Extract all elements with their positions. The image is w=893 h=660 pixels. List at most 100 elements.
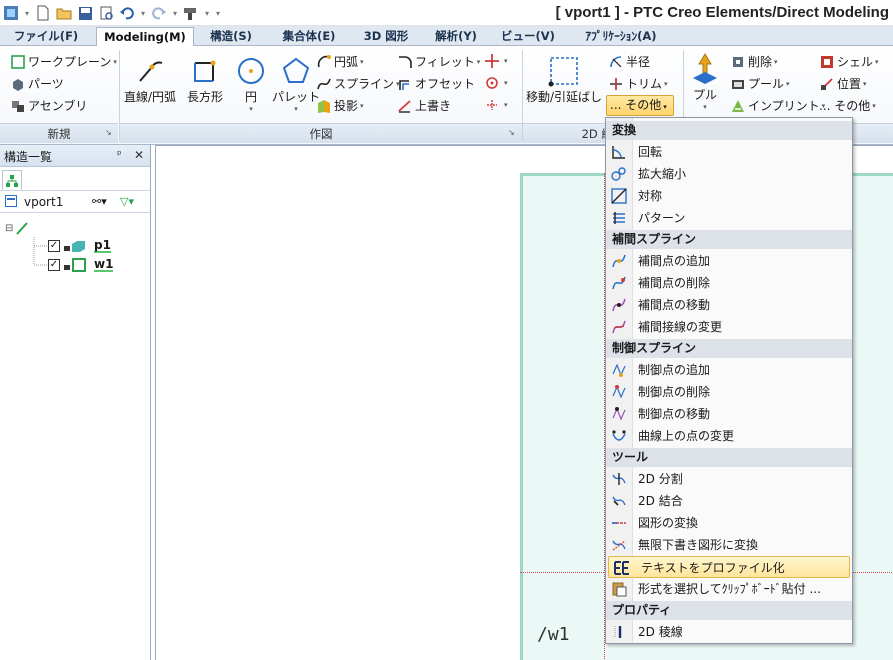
menu-item-2d-join[interactable]: 2D 結合	[606, 490, 852, 512]
menu-item-scale[interactable]: 拡大縮小	[606, 163, 852, 185]
tab-analysis[interactable]: 解析(Y)	[422, 27, 490, 46]
chevron-down-icon: ▾	[774, 57, 778, 66]
tools-dropdown-icon[interactable]: ▾	[203, 9, 211, 18]
delete-icon	[730, 54, 745, 69]
position-icon	[819, 76, 834, 91]
projection-button[interactable]: 投影 ▾	[316, 97, 364, 114]
tree-view-tab[interactable]	[2, 170, 22, 190]
scale-icon	[611, 166, 627, 182]
imprint-button[interactable]: インプリント ▾	[730, 97, 825, 114]
chevron-down-icon: ▾	[360, 57, 364, 66]
tree-item-w1[interactable]: ✓ w1	[48, 256, 114, 274]
solid-more-button[interactable]: ... その他 ▾	[819, 97, 876, 114]
menu-item-add-interpolation-point[interactable]: 補間点の追加	[606, 250, 852, 272]
menu-item-move-control-point[interactable]: 制御点の移動	[606, 403, 852, 425]
menu-section-control-spline: 制御スプライン	[606, 339, 852, 358]
construction-button[interactable]: ▾	[484, 97, 508, 112]
offset-button[interactable]: オフセット	[397, 75, 475, 92]
menu-item-text-to-profile[interactable]: テキストをプロファイル化	[608, 556, 850, 578]
pull-button[interactable]: プル ▾	[688, 52, 722, 111]
arc-button[interactable]: 円弧 ▾	[316, 53, 364, 70]
menu-item-2d-split[interactable]: 2D 分割	[606, 468, 852, 490]
customize-qat-icon[interactable]: ▾	[214, 9, 222, 18]
chevron-down-icon: ▾	[504, 100, 508, 109]
draw-group-launcher-icon[interactable]: ↘	[508, 128, 515, 137]
split-icon	[611, 471, 627, 487]
chevron-down-icon: ▾	[875, 57, 879, 66]
pallet-button[interactable]: パレット ▾	[272, 54, 320, 113]
viewport-selector[interactable]: vport1 ⚯▾ ▽▾	[0, 191, 150, 213]
tab-3d-shape[interactable]: 3D 図形	[352, 27, 420, 46]
convert-shape-icon	[611, 515, 627, 531]
app-menu-icon[interactable]	[2, 4, 20, 22]
tab-view[interactable]: ビュー(V)	[492, 27, 564, 46]
spline-delete-point-icon	[611, 275, 627, 291]
draw-group-label: 作図	[120, 123, 522, 143]
delete-button[interactable]: 削除 ▾	[730, 53, 778, 70]
point-button[interactable]: ▾	[484, 53, 508, 68]
move-extend-button[interactable]: 移動/引延ばし	[526, 54, 602, 105]
redo-dropdown-icon[interactable]: ▾	[171, 9, 179, 18]
menu-item-2d-edge[interactable]: 2D 稜線	[606, 621, 852, 643]
tab-modeling[interactable]: Modeling(M)	[96, 27, 194, 47]
overwrite-button[interactable]: 上書き	[397, 97, 451, 114]
print-preview-icon[interactable]	[97, 4, 115, 22]
center-point-button[interactable]: ▾	[484, 75, 508, 90]
edit2d-more-button[interactable]: ... その他 ▾	[606, 95, 674, 116]
menu-item-change-interpolation-tangent[interactable]: 補間接線の変更	[606, 316, 852, 338]
assembly-button[interactable]: アセンブリ	[10, 97, 87, 114]
line-arc-button[interactable]: 直線/円弧	[124, 54, 176, 105]
pool-button[interactable]: プール ▾	[730, 75, 790, 92]
rectangle-button[interactable]: 長方形	[187, 54, 223, 105]
pin-icon[interactable]: ᵖ	[117, 148, 122, 161]
trim-button[interactable]: トリム ▾	[608, 75, 668, 92]
menu-item-pattern[interactable]: パターン	[606, 207, 852, 229]
menu-item-convert-to-infinite-construction[interactable]: 無限下書き図形に変換	[606, 534, 852, 556]
chevron-down-icon: ▾	[664, 79, 668, 88]
radius-button[interactable]: 半径	[608, 53, 650, 70]
tab-file[interactable]: ファイル(F)	[3, 27, 89, 46]
new-file-icon[interactable]	[34, 4, 52, 22]
root-workplane-icon	[16, 222, 29, 235]
menu-item-rotate[interactable]: 回転	[606, 141, 852, 163]
join-icon	[611, 493, 627, 509]
shell-button[interactable]: シェル ▾	[819, 53, 879, 70]
circle-button[interactable]: 円 ▾	[234, 54, 268, 113]
fillet-button[interactable]: フィレット ▾	[397, 53, 480, 70]
binoculars-icon[interactable]: ⚯▾	[92, 195, 107, 208]
tree-root[interactable]: ⊟	[5, 219, 31, 237]
text-profile-icon	[614, 560, 630, 576]
menu-item-change-point-on-curve[interactable]: 曲線上の点の変更	[606, 425, 852, 447]
save-icon[interactable]	[76, 4, 94, 22]
menu-item-convert-shape[interactable]: 図形の変換	[606, 512, 852, 534]
spline-add-point-icon	[611, 253, 627, 269]
move-extend-icon	[547, 54, 581, 88]
undo-dropdown-icon[interactable]: ▾	[139, 9, 147, 18]
menu-item-mirror[interactable]: 対称	[606, 185, 852, 207]
parts-button[interactable]: パーツ	[10, 75, 64, 92]
collapse-icon[interactable]: ⊟	[5, 223, 13, 234]
menu-item-move-interpolation-point[interactable]: 補間点の移動	[606, 294, 852, 316]
menu-item-add-control-point[interactable]: 制御点の追加	[606, 359, 852, 381]
close-icon[interactable]: ✕	[134, 148, 144, 162]
menu-item-delete-control-point[interactable]: 制御点の削除	[606, 381, 852, 403]
redo-icon[interactable]	[150, 4, 168, 22]
tools-icon[interactable]	[182, 4, 200, 22]
tab-assembly[interactable]: 集合体(E)	[268, 27, 350, 46]
workplane-icon	[64, 258, 86, 272]
tree-item-p1[interactable]: ✓ p1	[48, 237, 111, 255]
undo-icon[interactable]	[118, 4, 136, 22]
position-button[interactable]: 位置 ▾	[819, 75, 867, 92]
tab-application[interactable]: ｱﾌﾟﾘｹｰｼｮﾝ(A)	[566, 27, 676, 46]
workplane-button[interactable]: ワークプレーン ▾	[10, 53, 117, 70]
menu-item-paste-special[interactable]: 形式を選択してｸﾘｯﾌﾟﾎﾞｰﾄﾞ貼付 ...	[606, 578, 852, 600]
overwrite-icon	[397, 98, 412, 113]
filter-icon[interactable]: ▽▾	[120, 195, 134, 208]
edge-icon	[611, 624, 627, 640]
menu-item-delete-interpolation-point[interactable]: 補間点の削除	[606, 272, 852, 294]
tab-structure[interactable]: 構造(S)	[196, 27, 266, 46]
new-group-launcher-icon[interactable]: ↘	[105, 128, 112, 137]
spline-button[interactable]: スプライン ▾	[316, 75, 400, 92]
open-folder-icon[interactable]	[55, 4, 73, 22]
line-arc-icon	[133, 54, 167, 88]
